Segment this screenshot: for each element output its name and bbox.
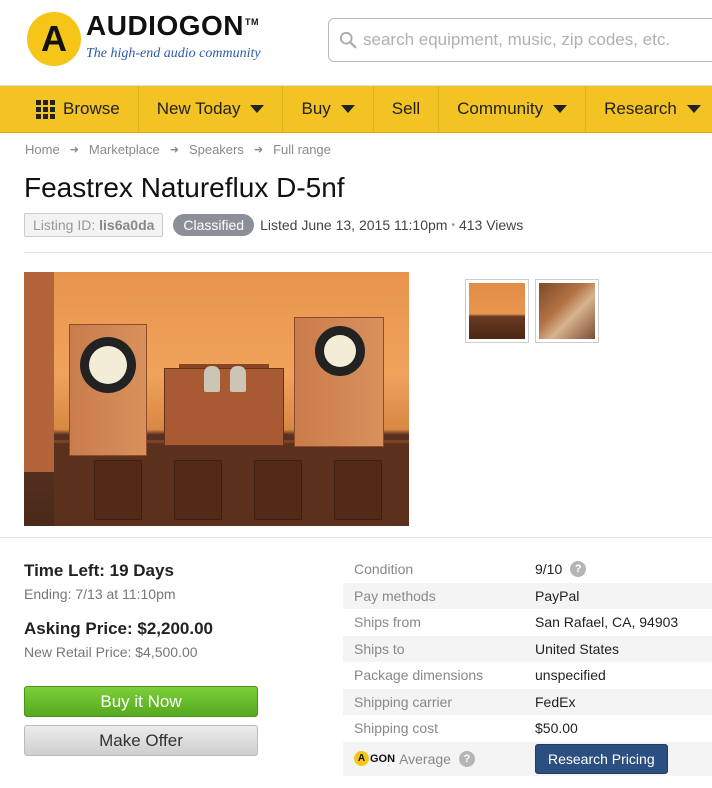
grid-icon [36,99,55,119]
detail-value: unspecified [535,667,606,684]
detail-key: Shipping carrier [354,693,453,710]
table-row: Ships to United States [343,635,712,662]
detail-value: FedEx [535,693,576,710]
logo-text: AUDIOGON [86,10,244,41]
classified-badge: Classified [173,214,255,236]
audiogon-logo-icon[interactable]: A [27,12,81,66]
breadcrumb-speakers[interactable]: Speakers [189,142,244,157]
table-row: Shipping cost $50.00 [343,715,712,742]
listing-id-label: Listing ID: [33,217,96,233]
nav-browse[interactable]: Browse [0,86,139,132]
breadcrumb: Home ➜ Marketplace ➜ Speakers ➜ Full ran… [25,142,331,157]
detail-key: Ships from [354,614,421,631]
agon-average-row: A GON Average ? Research Pricing [343,741,712,776]
help-icon[interactable]: ? [570,561,587,578]
breadcrumb-full-range[interactable]: Full range [273,142,331,157]
detail-value: 9/10 [535,561,563,578]
detail-key: Shipping cost [354,720,439,737]
thumbnail-2[interactable] [535,279,599,343]
listing-id-value: lis6a0da [99,217,155,233]
table-row: Package dimensions unspecified [343,662,712,689]
search-input[interactable] [363,30,703,50]
help-icon[interactable]: ? [458,750,475,767]
nav-buy[interactable]: Buy [283,86,374,132]
table-row: Pay methods PayPal [343,582,712,609]
breadcrumb-home[interactable]: Home [25,142,60,157]
breadcrumb-marketplace[interactable]: Marketplace [89,142,160,157]
nav-sell[interactable]: Sell [374,86,440,132]
thumbnail-1[interactable] [465,279,529,343]
divider [0,537,712,538]
listing-meta: Listing ID: lis6a0da Classified Listed J… [24,213,523,237]
main-photo[interactable] [24,272,409,526]
nav-research-label: Research [604,99,677,118]
trademark-mark: TM [245,16,259,27]
meta-separator: • [451,219,455,231]
site-header: A AUDIOGONTM The high-end audio communit… [0,0,712,86]
research-pricing-button[interactable]: Research Pricing [535,743,668,774]
nav-sell-label: Sell [391,99,421,118]
detail-value: United States [535,640,620,657]
caret-down-icon [686,105,701,113]
detail-value: PayPal [535,587,580,604]
caret-down-icon [250,105,265,113]
agon-logo-icon: A GON [354,751,395,766]
table-row: Ships from San Rafael, CA, 94903 [343,609,712,636]
table-row: Shipping carrier FedEx [343,688,712,715]
page-title: Feastrex Natureflux D-5nf [24,172,345,203]
detail-value: San Rafael, CA, 94903 [535,614,679,631]
arrow-right-icon: ➜ [169,144,179,156]
right-speaker-shape [294,317,384,447]
detail-key: Pay methods [354,587,436,604]
table-row: Condition 9/10 ? [343,556,712,583]
arrow-right-icon: ➜ [69,144,79,156]
logo-tagline: The high-end audio community [86,46,261,61]
main-nav: Browse New Today Buy Sell Community Rese… [0,86,712,133]
amplifier-shape [164,368,284,446]
search-box[interactable] [328,18,712,62]
agon-average-label: Average [399,750,451,767]
detail-key: Condition [354,561,414,578]
time-left: Time Left: 19 Days [24,561,174,580]
buy-it-now-button[interactable]: Buy it Now [24,686,258,717]
nav-browse-label: Browse [63,99,120,118]
search-icon [339,31,357,49]
ending-date: Ending: 7/13 at 11:10pm [24,586,176,602]
nav-community[interactable]: Community [439,86,587,132]
make-offer-button[interactable]: Make Offer [24,725,258,756]
view-count: 413 Views [458,217,524,233]
asking-price: Asking Price: $2,200.00 [24,619,214,638]
nav-community-label: Community [457,99,544,118]
retail-price: New Retail Price: $4,500.00 [24,644,198,660]
nav-new-today[interactable]: New Today [139,86,284,132]
listing-id-box: Listing ID: lis6a0da [24,213,164,237]
nav-buy-label: Buy [301,99,331,118]
nav-new-today-label: New Today [156,99,241,118]
detail-value: $50.00 [535,720,578,737]
details-table: Condition 9/10 ? Pay methods PayPal Ship… [343,556,712,776]
caret-down-icon [553,105,568,113]
detail-key: Package dimensions [354,667,484,684]
caret-down-icon [340,105,355,113]
nav-research[interactable]: Research [586,86,712,132]
logo-wordmark[interactable]: AUDIOGONTM [86,10,259,42]
detail-key: Ships to [354,640,405,657]
listed-date: Listed June 13, 2015 11:10pm [260,217,448,233]
divider [24,252,712,253]
arrow-right-icon: ➜ [253,144,264,156]
left-speaker-shape [69,324,147,456]
